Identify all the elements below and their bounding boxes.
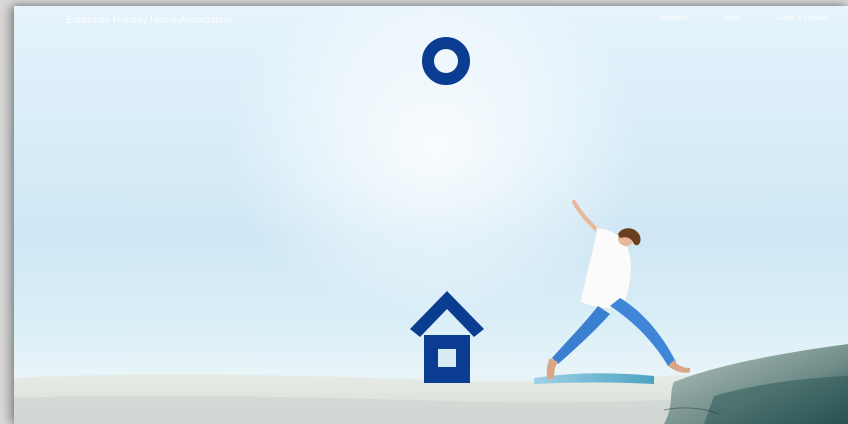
nav-link-news[interactable]: News bbox=[724, 15, 742, 22]
nav-link-about-contact[interactable]: About & Contact bbox=[777, 15, 828, 22]
main-nav: Members News About & Contact bbox=[658, 15, 828, 22]
ring-logo-icon bbox=[422, 37, 470, 85]
site-brand-link[interactable]: European Holiday Home Association bbox=[66, 15, 232, 26]
jumping-person bbox=[546, 200, 690, 380]
hero-section: European Holiday Home Association Member… bbox=[14, 6, 848, 424]
nav-link-members[interactable]: Members bbox=[658, 15, 687, 22]
rock-outcrop bbox=[663, 344, 848, 424]
house-logo-icon bbox=[410, 291, 484, 383]
site-header: European Holiday Home Association Member… bbox=[14, 6, 848, 36]
